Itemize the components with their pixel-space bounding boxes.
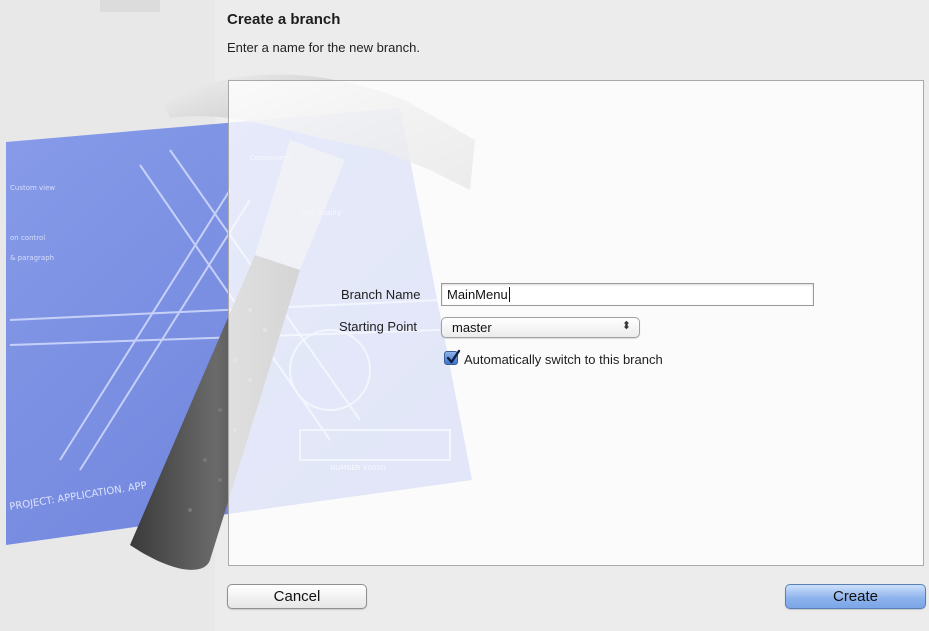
auto-switch-checkbox[interactable] bbox=[444, 349, 461, 365]
create-button[interactable]: Create bbox=[785, 584, 926, 609]
starting-point-label: Starting Point bbox=[339, 319, 418, 334]
dialog-subtitle: Enter a name for the new branch. bbox=[227, 40, 420, 55]
starting-point-value: master bbox=[452, 320, 492, 335]
checkmark-icon bbox=[446, 349, 461, 364]
dialog-title: Create a branch bbox=[227, 11, 341, 28]
svg-text:on control: on control bbox=[10, 234, 45, 242]
text-caret bbox=[508, 287, 510, 302]
branch-name-label: Branch Name bbox=[341, 287, 421, 302]
branch-name-value: MainMenu bbox=[447, 287, 508, 302]
starting-point-select[interactable]: master ⬍ bbox=[441, 317, 640, 338]
branch-name-input[interactable]: MainMenu bbox=[441, 283, 814, 306]
svg-text:Custom view: Custom view bbox=[10, 184, 55, 192]
updown-arrows-icon: ⬍ bbox=[621, 320, 631, 332]
auto-switch-label[interactable]: Automatically switch to this branch bbox=[464, 352, 663, 367]
svg-text:& paragraph: & paragraph bbox=[10, 254, 54, 262]
cancel-button[interactable]: Cancel bbox=[227, 584, 367, 609]
